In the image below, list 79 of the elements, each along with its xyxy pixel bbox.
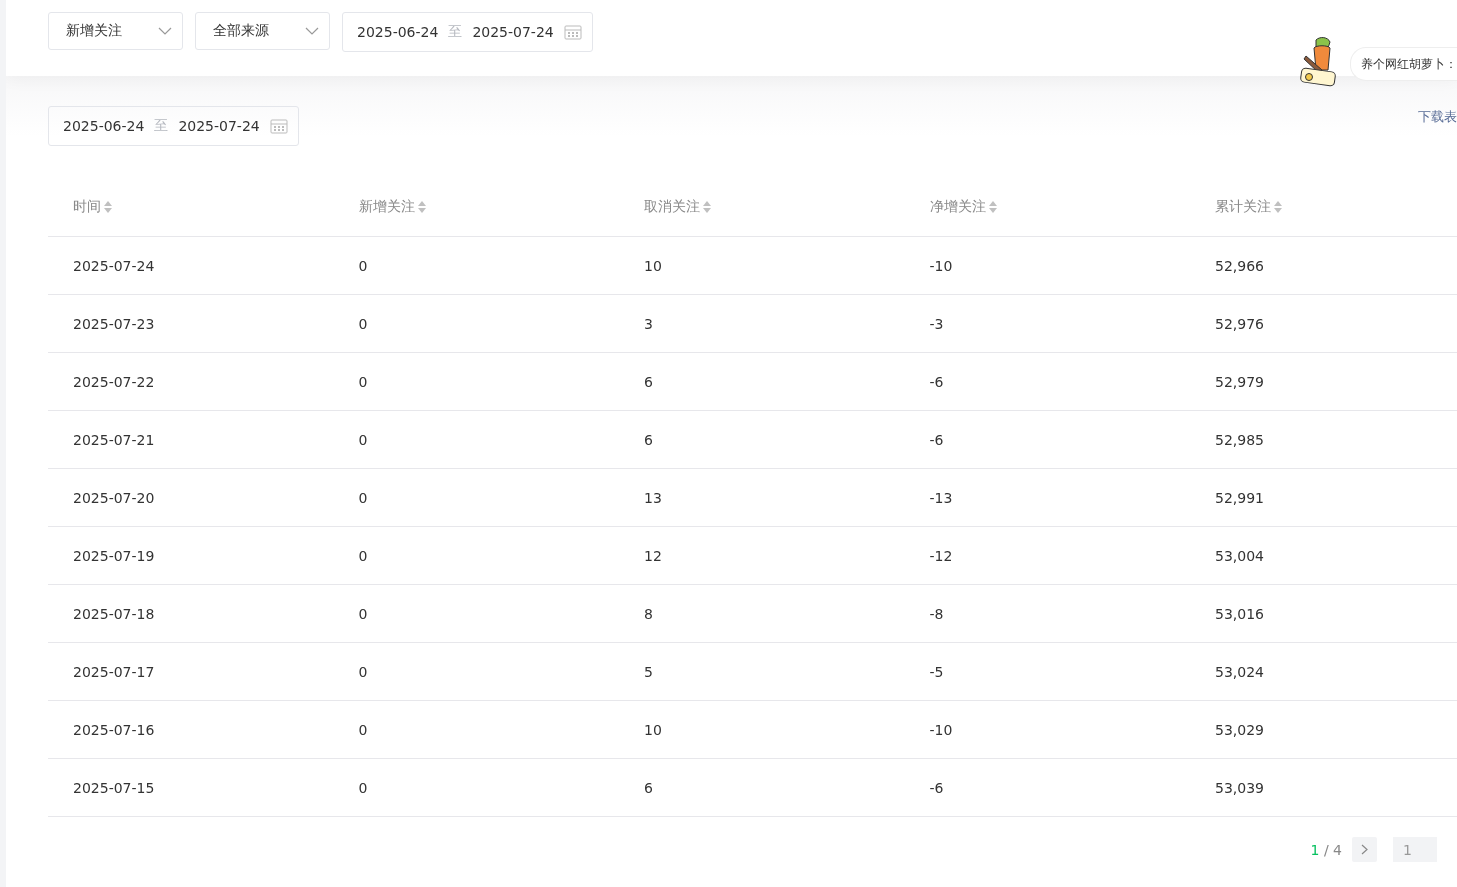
table-cell-text: 53,016 (1214, 605, 1265, 622)
range-separator: 至 (154, 117, 169, 135)
table-cell-text: 2025-07-17 (72, 663, 156, 680)
table-cell-text: -6 (928, 431, 945, 448)
table-cell-text: 53,029 (1214, 721, 1265, 738)
table-cell-text: 5 (643, 663, 654, 680)
sort-icon[interactable] (702, 199, 712, 215)
table-cell-text: 0 (357, 605, 369, 622)
table-cell-text: 0 (357, 663, 369, 680)
table-cell-text: 2025-07-20 (72, 489, 156, 506)
table-cell-text: 2025-07-23 (72, 315, 156, 332)
column-header[interactable]: 累计关注 (1215, 198, 1271, 216)
table-cell-text: 6 (643, 373, 654, 390)
table-cell-text: -8 (928, 605, 945, 622)
table-cell-text: 3 (643, 315, 654, 332)
table-cell-text: 2025-07-21 (72, 431, 156, 448)
table-cell-text: 6 (643, 779, 654, 796)
table-cell-text: 10 (643, 721, 663, 738)
sort-icon[interactable] (416, 199, 427, 215)
table-cell-text: -10 (928, 257, 954, 274)
table-cell-text: -6 (928, 373, 945, 390)
column-header[interactable]: 时间 (73, 198, 101, 216)
column-header[interactable]: 新增关注 (358, 198, 415, 216)
column-header[interactable]: 净增关注 (929, 198, 986, 216)
chevron-down-icon (158, 27, 172, 35)
table-cell-text: 8 (643, 605, 654, 622)
end-date: 2025-07-24 (472, 24, 554, 40)
calendar-icon (269, 118, 288, 134)
table-cell-text: 52,991 (1214, 489, 1265, 506)
table-cell-text: 0 (357, 257, 369, 274)
table-cell-text: 52,979 (1214, 373, 1265, 390)
source-select[interactable]: 全部来源 (195, 12, 330, 50)
start-date: 2025-06-24 (357, 24, 439, 40)
chevron-down-icon (305, 27, 319, 35)
range-separator: 至 (448, 23, 463, 41)
table-cell-text: 0 (357, 431, 369, 448)
start-date: 2025-06-24 (63, 118, 145, 134)
table-cell-text: -12 (928, 547, 954, 564)
table-cell-text: 52,976 (1214, 315, 1265, 332)
table-cell-text: 52,966 (1214, 257, 1265, 274)
table-cell-text: 2025-07-18 (72, 605, 156, 622)
table-cell-text: 0 (357, 373, 369, 390)
download-link[interactable]: 下载表 (1418, 108, 1457, 126)
calendar-icon (563, 24, 582, 40)
date-range-field[interactable]: 2025-06-24 至 2025-07-24 (48, 106, 299, 146)
table-cell-text: -13 (928, 489, 954, 506)
table-cell-text: 2025-07-22 (72, 373, 156, 390)
table-cell-text: 2025-07-15 (72, 779, 156, 796)
table-cell-text: 52,985 (1214, 431, 1265, 448)
table-cell-text: 10 (643, 257, 663, 274)
sort-icon[interactable] (987, 199, 998, 215)
table-cell-text: 53,039 (1214, 779, 1265, 796)
table-cell-text: 0 (357, 547, 369, 564)
column-header[interactable]: 取消关注 (644, 198, 700, 216)
sort-icon[interactable] (103, 199, 113, 215)
table-cell-text: 0 (357, 779, 369, 796)
table-cell-text: 12 (643, 547, 663, 564)
table-cell-text: -3 (928, 315, 945, 332)
table-cell-text: -6 (928, 779, 945, 796)
table-cell-text: 13 (643, 489, 663, 506)
page-count: 1 / 4 (1310, 841, 1342, 858)
table-cell-text: -10 (928, 721, 954, 738)
promo-text[interactable]: 养个网红胡萝卜： (1350, 47, 1457, 81)
table-cell-text: -5 (928, 663, 945, 680)
next-page-button[interactable] (1352, 837, 1377, 862)
table-cell-text: 6 (643, 431, 654, 448)
table-cell-text: 2025-07-16 (72, 721, 156, 738)
table-cell-text: 0 (357, 721, 369, 738)
chevron-right-icon (1361, 844, 1368, 855)
date-range-field[interactable]: 2025-06-24 至 2025-07-24 (342, 12, 593, 52)
sort-icon[interactable] (1273, 199, 1283, 215)
table-cell-text: 0 (357, 315, 369, 332)
table-cell-text: 53,004 (1214, 547, 1265, 564)
table-cell-text: 2025-07-24 (72, 257, 156, 274)
table-cell-text: 53,024 (1214, 663, 1265, 680)
table-cell-text: 0 (357, 489, 369, 506)
metric-select[interactable]: 新增关注 (48, 12, 183, 50)
table-cell-text: 2025-07-19 (72, 547, 156, 564)
end-date: 2025-07-24 (178, 118, 260, 134)
